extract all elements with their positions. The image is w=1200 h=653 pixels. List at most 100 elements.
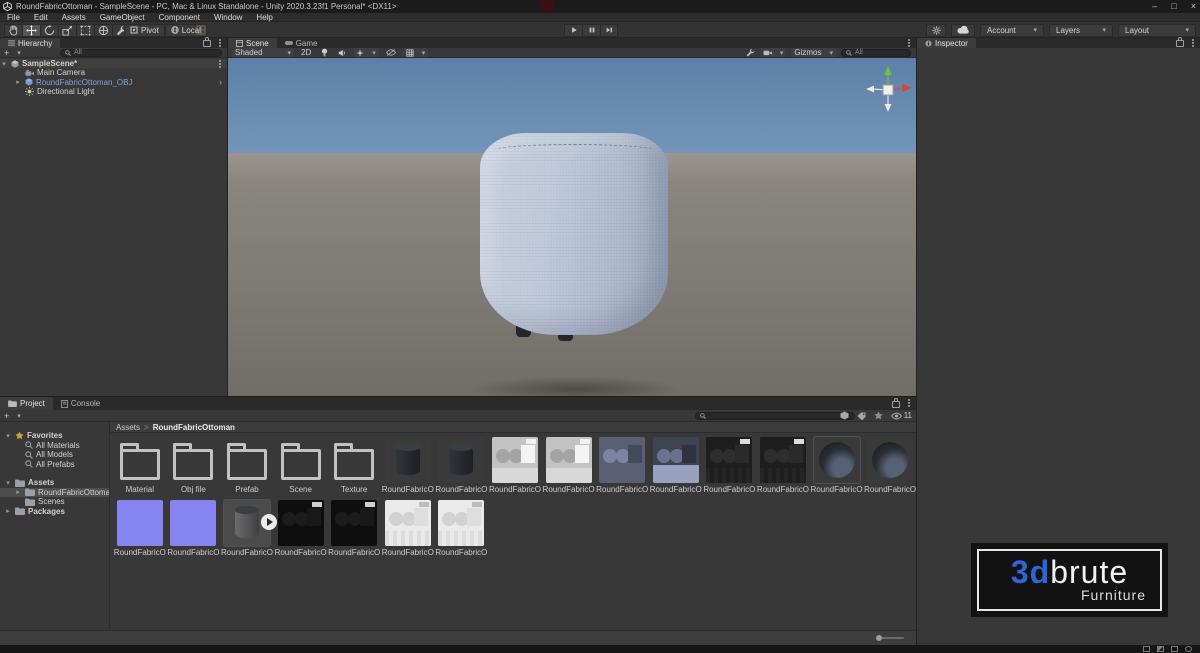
asset-roundfabricott-[interactable]: RoundFabricOtt... [542,436,596,494]
asset-scene[interactable]: Scene [274,436,328,494]
asset-roundfabricott-[interactable]: RoundFabricOtt... [435,436,489,494]
scene-menu-icon[interactable] [219,63,221,65]
project-tree-item-roundfabricottoman[interactable]: ▸RoundFabricOttoman [0,488,109,498]
scene-menu-icon[interactable] [908,42,910,44]
asset-roundfabricott-[interactable]: RoundFabricOtt... [113,499,167,557]
tab-hierarchy[interactable]: Hierarchy [0,38,60,48]
foldout-icon[interactable]: ▾ [4,479,12,487]
menu-window[interactable]: Window [207,13,249,22]
cloud-button[interactable] [951,24,975,37]
asset-material[interactable]: Material [113,436,167,494]
hierarchy-row-roundfabricottoman-obj[interactable]: ▸RoundFabricOttoman_OBJ› [0,78,227,87]
breadcrumb-root[interactable]: Assets [116,423,140,432]
project-tree-item-all-models[interactable]: All Models [0,450,109,460]
hierarchy-row-scene[interactable]: ▾ SampleScene* [0,59,227,68]
package-icon[interactable] [840,411,849,420]
layers-dropdown[interactable]: Layers▾ [1049,24,1113,37]
asset-roundfabricott-[interactable]: RoundFabricOtt... [863,436,916,494]
grid-visibility-dropdown[interactable]: ▾ [403,48,429,57]
play-button[interactable] [564,24,582,37]
pivot-toggle[interactable]: Pivot [124,24,165,37]
asset-roundfabricott-[interactable]: RoundFabricOtt... [274,499,328,557]
asset-roundfabricott-[interactable]: RoundFabricOtt... [649,436,703,494]
foldout-icon[interactable]: ▸ [14,488,22,496]
hidden-count-badge[interactable]: 11 [891,411,912,420]
asset-roundfabricott-[interactable]: RoundFabricOtt... [756,436,810,494]
foldout-icon[interactable]: ▾ [4,432,12,440]
status-icon-4[interactable] [1185,646,1192,652]
step-button[interactable] [600,24,618,37]
menu-gameobject[interactable]: GameObject [93,13,152,22]
effects-dropdown[interactable]: ▾ [353,48,379,57]
project-create-button[interactable]: +▾ [0,411,25,421]
asset-roundfabricott-[interactable]: RoundFabricOtt... [167,499,221,557]
tab-inspector[interactable]: Inspector [917,38,976,48]
asset-obj-file[interactable]: Obj file [167,436,221,494]
orientation-gizmo[interactable] [860,62,916,118]
hierarchy-row-main-camera[interactable]: Main Camera [0,68,227,77]
services-button[interactable] [926,24,946,37]
status-icon-3[interactable] [1171,646,1178,652]
audio-toggle[interactable] [335,48,349,57]
project-tree-item-all-prefabs[interactable]: All Prefabs [0,460,109,470]
hierarchy-row-directional-light[interactable]: Directional Light [0,87,227,96]
tab-project[interactable]: Project [0,397,53,410]
minimize-button[interactable]: – [1152,0,1157,13]
menu-file[interactable]: File [0,13,27,22]
status-icon-2[interactable] [1157,646,1164,652]
hierarchy-menu-icon[interactable] [219,42,221,44]
tools-icon[interactable] [746,48,755,57]
foldout-icon[interactable]: ▾ [0,60,8,68]
layout-dropdown[interactable]: Layout▾ [1118,24,1196,37]
maximize-button[interactable]: □ [1171,0,1176,13]
hand-tool-button[interactable] [4,24,22,37]
tab-console[interactable]: Console [53,397,108,410]
asset-roundfabricott-[interactable]: RoundFabricOtt... [595,436,649,494]
scene-canvas[interactable] [228,58,916,396]
asset-roundfabricott-[interactable]: RoundFabricOtt... [381,499,435,557]
lighting-toggle[interactable] [318,48,331,57]
gizmos-dropdown[interactable]: Gizmos▾ [791,48,836,57]
camera-settings-dropdown[interactable]: ▾ [760,48,787,57]
asset-roundfabricott-[interactable]: RoundFabricOtt... [488,436,542,494]
menu-edit[interactable]: Edit [27,13,55,22]
asset-roundfabricott-[interactable]: RoundFabricOtt... [381,436,435,494]
2d-toggle[interactable]: 2D [298,48,314,57]
favorite-star-icon[interactable] [874,411,883,420]
lock-icon[interactable] [1176,40,1184,47]
project-tree-item-all-materials[interactable]: All Materials [0,441,109,451]
menu-help[interactable]: Help [249,13,279,22]
menu-assets[interactable]: Assets [55,13,93,22]
lock-icon[interactable] [203,40,211,47]
asset-roundfabricott-[interactable]: RoundFabricOtt... [810,436,864,494]
transform-tool-button[interactable] [94,24,112,37]
scene-search-input[interactable]: All [841,49,911,57]
rotate-tool-button[interactable] [40,24,58,37]
rect-tool-button[interactable] [76,24,94,37]
hierarchy-create-button[interactable]: +▾ [0,48,25,58]
asset-roundfabricott-[interactable]: RoundFabricOtt... [703,436,757,494]
project-tree-item-favorites[interactable]: ▾Favorites [0,431,109,441]
project-tree-item-packages[interactable]: ▸Packages [0,507,109,517]
scene-visibility-toggle[interactable] [383,48,399,57]
inspector-menu-icon[interactable] [1192,42,1194,44]
status-icon-1[interactable] [1143,646,1150,652]
asset-roundfabricott-[interactable]: RoundFabricOtt... [435,499,489,557]
shading-dropdown[interactable]: Shaded▾ [232,48,294,57]
scale-tool-button[interactable] [58,24,76,37]
label-icon[interactable] [857,412,866,420]
foldout-icon[interactable]: ▸ [14,78,22,86]
move-tool-button[interactable] [22,24,40,37]
project-menu-icon[interactable] [908,402,910,404]
project-search-input[interactable] [695,412,855,420]
lock-icon[interactable] [892,401,900,408]
thumbnail-size-slider[interactable] [876,637,904,639]
close-button[interactable]: × [1191,0,1196,13]
asset-texture[interactable]: Texture [327,436,381,494]
tab-scene[interactable]: Scene [228,38,277,48]
project-tree-item-scenes[interactable]: Scenes [0,497,109,507]
pause-button[interactable] [582,24,600,37]
asset-roundfabricott-[interactable]: RoundFabricOtt... [327,499,381,557]
account-dropdown[interactable]: Account▾ [980,24,1044,37]
ottoman-model[interactable] [480,133,668,335]
